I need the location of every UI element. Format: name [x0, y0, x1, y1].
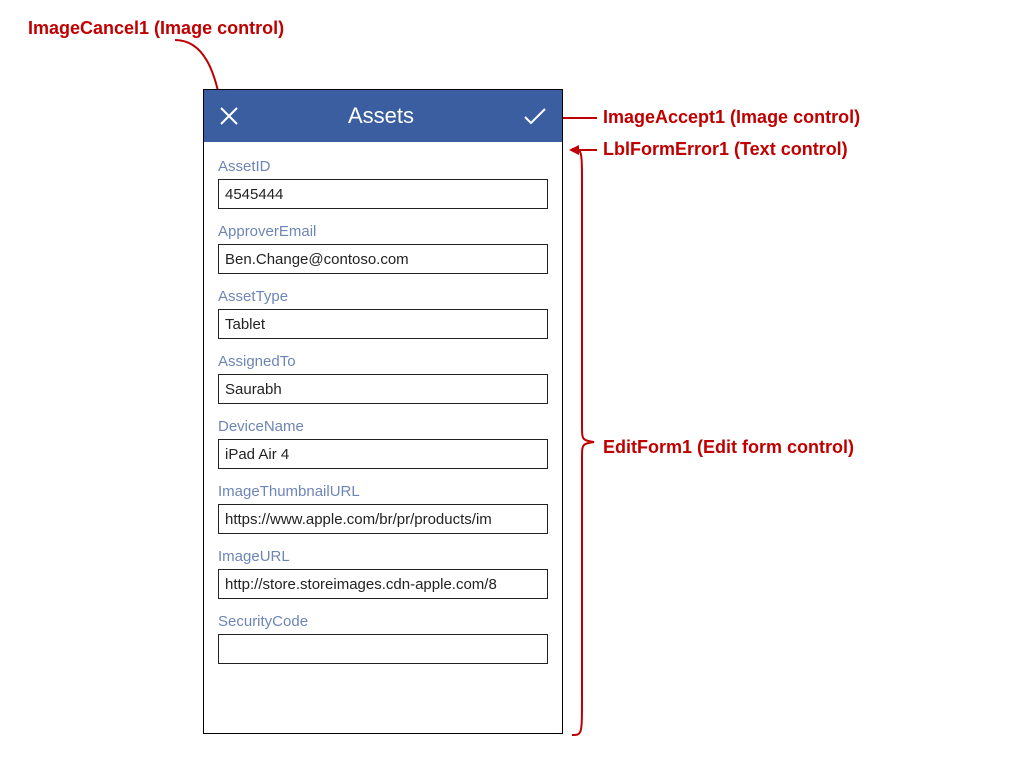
callout-accept: ImageAccept1 (Image control) — [603, 107, 860, 128]
card-imageurl: ImageURL — [218, 548, 548, 599]
cancel-icon[interactable] — [218, 105, 240, 127]
card-approveremail: ApproverEmail — [218, 223, 548, 274]
card-imagethumbnailurl: ImageThumbnailURL — [218, 483, 548, 534]
assignedto-input[interactable] — [218, 374, 548, 404]
assettype-input[interactable] — [218, 309, 548, 339]
callout-error: LblFormError1 (Text control) — [603, 139, 848, 160]
card-assetid: AssetID — [218, 158, 548, 209]
card-securitycode: SecurityCode — [218, 613, 548, 664]
edit-form: AssetID ApproverEmail AssetType Assigned… — [204, 148, 562, 733]
assetid-input[interactable] — [218, 179, 548, 209]
accept-icon[interactable] — [522, 105, 548, 127]
field-label: AssetType — [218, 288, 548, 305]
brace-form — [568, 147, 598, 737]
imageurl-input[interactable] — [218, 569, 548, 599]
field-label: DeviceName — [218, 418, 548, 435]
card-devicename: DeviceName — [218, 418, 548, 469]
card-assignedto: AssignedTo — [218, 353, 548, 404]
field-label: AssetID — [218, 158, 548, 175]
screen-title: Assets — [348, 103, 414, 129]
app-screen: Assets AssetID ApproverEmail AssetType — [203, 89, 563, 734]
title-bar: Assets — [204, 90, 562, 142]
field-label: ImageURL — [218, 548, 548, 565]
approveremail-input[interactable] — [218, 244, 548, 274]
devicename-input[interactable] — [218, 439, 548, 469]
imagethumbnailurl-input[interactable] — [218, 504, 548, 534]
callout-cancel: ImageCancel1 (Image control) — [28, 18, 284, 39]
callout-form: EditForm1 (Edit form control) — [603, 437, 854, 458]
field-label: ImageThumbnailURL — [218, 483, 548, 500]
field-label: AssignedTo — [218, 353, 548, 370]
field-label: ApproverEmail — [218, 223, 548, 240]
field-label: SecurityCode — [218, 613, 548, 630]
card-assettype: AssetType — [218, 288, 548, 339]
securitycode-input[interactable] — [218, 634, 548, 664]
